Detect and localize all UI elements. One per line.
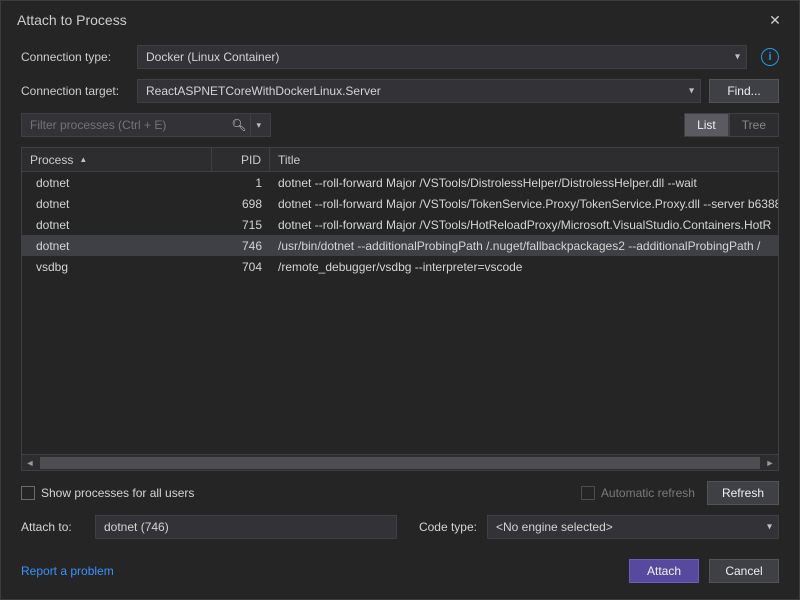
search-icon[interactable]: 🔍︎ [227,118,250,132]
connection-target-label: Connection target: [21,84,129,98]
connection-target-select[interactable]: ReactASPNETCoreWithDockerLinux.Server ▾ [137,79,701,103]
cell-process: dotnet [22,176,212,190]
window-title: Attach to Process [17,12,127,28]
filter-processes-box[interactable]: 🔍︎ ▾ [21,113,271,137]
column-header-title[interactable]: Title [270,148,778,171]
attach-to-field[interactable]: dotnet (746) [95,515,397,539]
cell-title: /usr/bin/dotnet --additionalProbingPath … [270,239,778,253]
view-tree-button[interactable]: Tree [729,113,779,137]
column-header-pid-label: PID [241,153,261,167]
code-type-label: Code type: [407,520,477,534]
scroll-right-icon[interactable]: ► [762,455,778,471]
cell-pid: 698 [212,197,270,211]
attach-to-value: dotnet (746) [104,520,169,534]
info-icon[interactable]: i [761,48,779,66]
table-row[interactable]: dotnet1dotnet --roll-forward Major /VSTo… [22,172,778,193]
sort-ascending-icon: ▲ [79,155,87,164]
code-type-select[interactable]: <No engine selected> ▾ [487,515,779,539]
find-button[interactable]: Find... [709,79,779,103]
attach-to-label: Attach to: [21,520,85,534]
cell-pid: 746 [212,239,270,253]
show-all-users-checkbox[interactable]: Show processes for all users [21,486,567,500]
connection-type-row: Connection type: Docker (Linux Container… [21,45,779,69]
cell-title: dotnet --roll-forward Major /VSTools/Tok… [270,197,778,211]
filter-dropdown-caret[interactable]: ▾ [250,114,266,136]
table-row[interactable]: dotnet746/usr/bin/dotnet --additionalPro… [22,235,778,256]
cell-title: /remote_debugger/vsdbg --interpreter=vsc… [270,260,778,274]
refresh-button[interactable]: Refresh [707,481,779,505]
cell-process: dotnet [22,239,212,253]
cell-pid: 704 [212,260,270,274]
chevron-down-icon: ▾ [735,52,740,63]
attach-to-process-dialog: Attach to Process ✕ Connection type: Doc… [0,0,800,600]
refresh-group: Automatic refresh Refresh [581,481,779,505]
connection-type-select[interactable]: Docker (Linux Container) ▾ [137,45,747,69]
table-body: dotnet1dotnet --roll-forward Major /VSTo… [22,172,778,454]
footer: Report a problem Attach Cancel [21,549,779,583]
column-header-title-label: Title [278,153,300,167]
view-list-button[interactable]: List [684,113,729,137]
cell-pid: 715 [212,218,270,232]
code-type-value: <No engine selected> [496,520,613,534]
table-row[interactable]: dotnet698dotnet --roll-forward Major /VS… [22,193,778,214]
connection-type-label: Connection type: [21,50,129,64]
scroll-left-icon[interactable]: ◄ [22,455,38,471]
cell-process: vsdbg [22,260,212,274]
table-row[interactable]: vsdbg704/remote_debugger/vsdbg --interpr… [22,256,778,277]
table-header: Process ▲ PID Title [22,148,778,172]
show-all-users-label: Show processes for all users [41,486,194,500]
filter-input[interactable] [30,118,227,132]
column-header-process[interactable]: Process ▲ [22,148,212,171]
close-button[interactable]: ✕ [761,9,789,31]
connection-target-value: ReactASPNETCoreWithDockerLinux.Server [146,84,381,98]
cell-title: dotnet --roll-forward Major /VSTools/Dis… [270,176,778,190]
report-a-problem-link[interactable]: Report a problem [21,564,114,578]
cancel-button[interactable]: Cancel [709,559,779,583]
attach-to-row: Attach to: dotnet (746) Code type: <No e… [21,515,779,539]
dialog-content: Connection type: Docker (Linux Container… [1,39,799,599]
process-table: Process ▲ PID Title dotnet1dotnet --roll… [21,147,779,471]
options-row: Show processes for all users Automatic r… [21,481,779,505]
chevron-down-icon: ▾ [689,86,694,97]
filter-row: 🔍︎ ▾ List Tree [21,113,779,137]
checkbox-icon [21,486,35,500]
connection-target-row: Connection target: ReactASPNETCoreWithDo… [21,79,779,103]
close-icon: ✕ [769,12,781,29]
cell-pid: 1 [212,176,270,190]
cell-process: dotnet [22,218,212,232]
automatic-refresh-checkbox[interactable]: Automatic refresh [581,486,695,500]
column-header-pid[interactable]: PID [212,148,270,171]
chevron-down-icon: ▾ [767,522,772,533]
scrollbar-thumb[interactable] [40,457,760,469]
table-row[interactable]: dotnet715dotnet --roll-forward Major /VS… [22,214,778,235]
column-header-process-label: Process [30,153,73,167]
checkbox-icon [581,486,595,500]
connection-type-value: Docker (Linux Container) [146,50,279,64]
cell-process: dotnet [22,197,212,211]
horizontal-scrollbar[interactable]: ◄ ► [22,454,778,470]
automatic-refresh-label: Automatic refresh [601,486,695,500]
cell-title: dotnet --roll-forward Major /VSTools/Hot… [270,218,778,232]
view-toggle: List Tree [684,113,779,137]
footer-actions: Attach Cancel [629,559,779,583]
titlebar: Attach to Process ✕ [1,1,799,39]
attach-button[interactable]: Attach [629,559,699,583]
